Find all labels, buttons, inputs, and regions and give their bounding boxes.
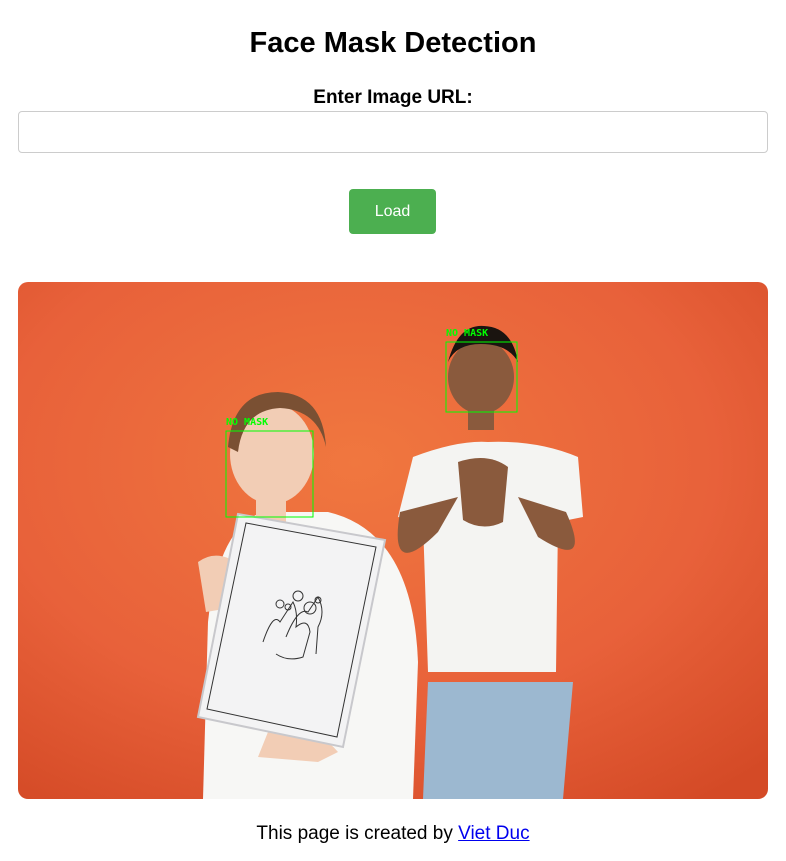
page-title: Face Mask Detection (249, 27, 537, 59)
image-url-input[interactable] (18, 111, 768, 153)
footer: This page is created by Viet Duc (0, 823, 786, 845)
footer-text: This page is created by (256, 823, 459, 844)
load-button[interactable]: Load (349, 189, 436, 234)
detection-label: NO MASK (226, 417, 268, 428)
author-link[interactable]: Viet Duc (458, 823, 529, 844)
url-label: Enter Image URL: (313, 87, 473, 108)
detection-photo: NO MASK NO MASK (18, 282, 768, 799)
page: Face Mask Detection Enter Image URL: Loa… (0, 0, 786, 861)
detection-label: NO MASK (446, 328, 488, 339)
result-image: NO MASK NO MASK (18, 282, 768, 799)
